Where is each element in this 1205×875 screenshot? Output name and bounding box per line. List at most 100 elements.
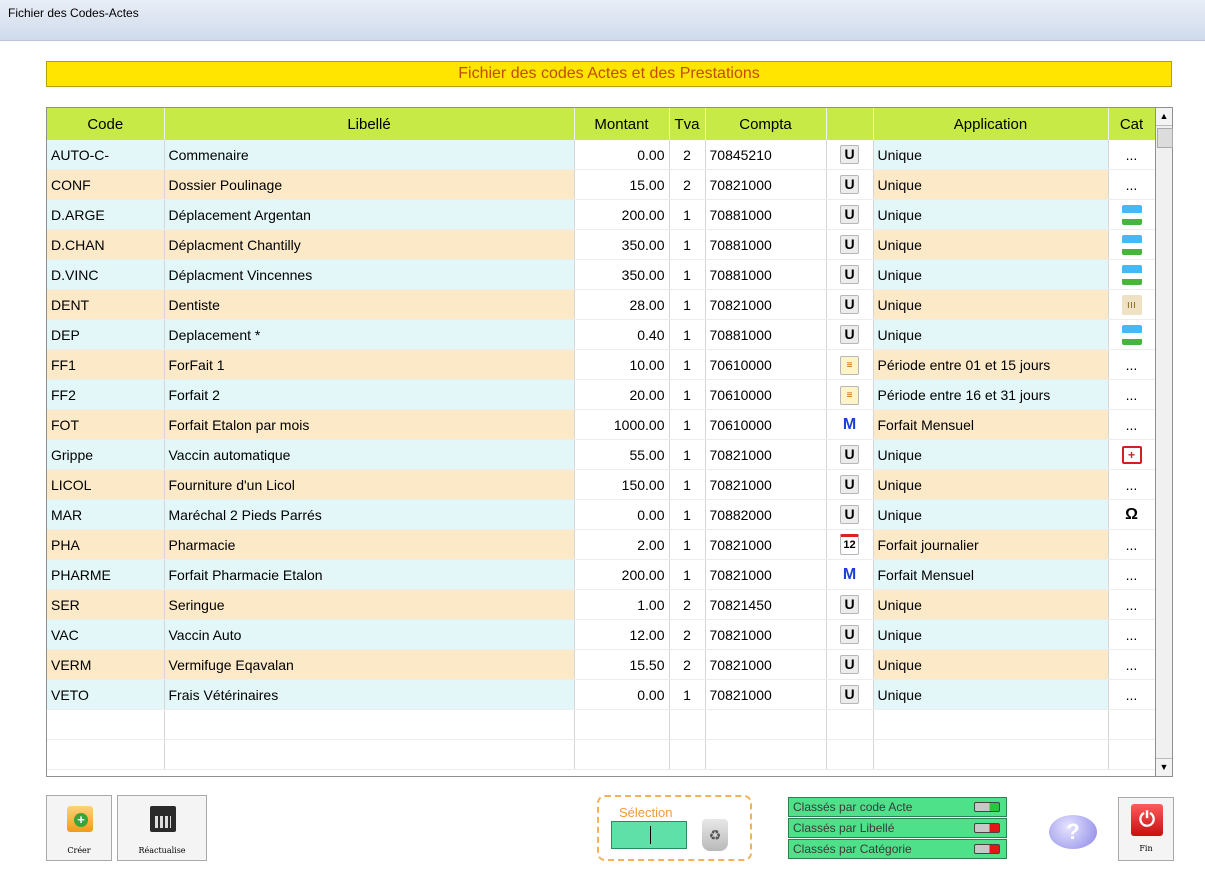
cell-cat[interactable]: + — [1108, 439, 1155, 470]
cell-cat[interactable]: ... — [1108, 140, 1155, 170]
table-row[interactable]: AUTO-C- Commenaire 0.00 2 70845210 U Unique... — [47, 140, 1155, 170]
table-row[interactable]: PHA Pharmacie 2.00 1 70821000 12 Forfait journ… — [47, 529, 1155, 560]
cell-libelle: Pharmacie — [164, 529, 575, 560]
empty-cell — [164, 709, 575, 740]
unique-icon: U — [840, 475, 859, 494]
sort-by-libelle[interactable]: Classés par Libellé — [788, 818, 1007, 838]
table-row[interactable]: DENT Dentiste 28.00 1 70821000 U Unique ııı — [47, 289, 1155, 320]
cell-montant: 350.00 — [574, 259, 670, 290]
codes-actes-grid[interactable]: Code Libellé Montant Tva Compta Applicat… — [46, 107, 1156, 777]
cell-app-icon: U — [826, 169, 874, 200]
table-row[interactable]: VETO Frais Vétérinaires 0.00 1 70821000 U Uniq… — [47, 679, 1155, 710]
cell-libelle: Dossier Poulinage — [164, 169, 575, 200]
cell-application: Forfait journalier — [873, 529, 1109, 560]
cell-compta: 70821000 — [705, 169, 827, 200]
table-row[interactable]: FF1 ForFait 1 10.00 1 70610000 ≡ Période entre… — [47, 349, 1155, 380]
table-row[interactable]: SER Seringue 1.00 2 70821450 U Unique... — [47, 589, 1155, 620]
table-row[interactable]: VAC Vaccin Auto 12.00 2 70821000 U Unique... — [47, 619, 1155, 650]
cell-cat[interactable] — [1108, 259, 1155, 290]
cell-cat[interactable]: ... — [1108, 169, 1155, 200]
table-row[interactable]: LICOL Fourniture d'un Licol 150.00 1 7082100… — [47, 469, 1155, 500]
table-row[interactable]: DEP Deplacement * 0.40 1 70881000 U Unique — [47, 319, 1155, 350]
empty-row[interactable] — [47, 739, 1155, 770]
create-label: Créer — [67, 846, 91, 855]
sort-by-code-label: Classés par code Acte — [793, 800, 913, 814]
cell-cat[interactable] — [1108, 229, 1155, 260]
cell-cat[interactable]: ... — [1108, 559, 1155, 590]
cell-cat[interactable]: ... — [1108, 529, 1155, 560]
cell-compta: 70821000 — [705, 649, 827, 680]
empty-row[interactable] — [47, 709, 1155, 740]
col-header-cat[interactable]: Cat — [1108, 108, 1155, 140]
cell-application: Unique — [873, 469, 1109, 500]
toggle-off-icon[interactable] — [974, 823, 1000, 833]
refresh-button[interactable]: Réactualise — [117, 795, 207, 861]
selection-input[interactable] — [611, 821, 687, 849]
cell-app-icon: 12 — [826, 529, 874, 560]
cell-cat[interactable]: ... — [1108, 679, 1155, 710]
cell-montant: 350.00 — [574, 229, 670, 260]
empty-cell — [1108, 709, 1155, 740]
cell-cat[interactable]: ... — [1108, 649, 1155, 680]
van-icon — [1121, 204, 1142, 225]
help-icon[interactable]: ? — [1049, 815, 1097, 849]
cell-cat[interactable]: ... — [1108, 619, 1155, 650]
cell-app-icon: U — [826, 469, 874, 500]
cell-cat[interactable]: ... — [1108, 469, 1155, 500]
cell-montant: 28.00 — [574, 289, 670, 320]
toggle-off-icon[interactable] — [974, 844, 1000, 854]
scroll-down-arrow-icon[interactable]: ▼ — [1156, 758, 1172, 776]
col-header-compta[interactable]: Compta — [705, 108, 827, 140]
vertical-scrollbar[interactable]: ▲ ▼ — [1156, 107, 1173, 777]
cell-compta: 70821000 — [705, 619, 827, 650]
scroll-thumb[interactable] — [1157, 128, 1173, 148]
table-row[interactable]: CONF Dossier Poulinage 15.00 2 70821000 U Uniq… — [47, 169, 1155, 200]
trash-icon[interactable]: ♻ — [702, 819, 728, 851]
table-row[interactable]: VERM Vermifuge Eqavalan 15.50 2 70821000 U Uni… — [47, 649, 1155, 680]
sort-by-code[interactable]: Classés par code Acte — [788, 797, 1007, 817]
create-button[interactable]: Créer — [46, 795, 112, 861]
cell-cat[interactable]: Ω — [1108, 499, 1155, 530]
table-row[interactable]: FOT Forfait Etalon par mois 1000.00 1 706100… — [47, 409, 1155, 440]
table-row[interactable]: Grippe Vaccin automatique 55.00 1 70821000 U U… — [47, 439, 1155, 470]
cell-cat[interactable] — [1108, 199, 1155, 230]
col-header-montant[interactable]: Montant — [574, 108, 670, 140]
col-header-tva[interactable]: Tva — [669, 108, 706, 140]
table-row[interactable]: D.ARGE Déplacement Argentan 200.00 1 7088100… — [47, 199, 1155, 230]
table-row[interactable]: MAR Maréchal 2 Pieds Parrés 0.00 1 70882000 U… — [47, 499, 1155, 530]
cell-cat[interactable]: ııı — [1108, 289, 1155, 320]
cell-libelle: Deplacement * — [164, 319, 575, 350]
scroll-up-arrow-icon[interactable]: ▲ — [1156, 108, 1172, 126]
cell-app-icon: ≡ — [826, 349, 874, 380]
cell-cat[interactable]: ... — [1108, 349, 1155, 380]
cell-montant: 10.00 — [574, 349, 670, 380]
unique-icon: U — [840, 325, 859, 344]
empty-cell — [705, 739, 827, 770]
table-row[interactable]: PHARME Forfait Pharmacie Etalon 200.00 1 708… — [47, 559, 1155, 590]
table-row[interactable]: D.CHAN Déplacment Chantilly 350.00 1 7088100… — [47, 229, 1155, 260]
col-header-libelle[interactable]: Libellé — [164, 108, 575, 140]
cell-cat[interactable]: ... — [1108, 589, 1155, 620]
col-header-code[interactable]: Code — [47, 108, 165, 140]
toggle-on-icon[interactable] — [974, 802, 1000, 812]
table-row[interactable]: FF2 Forfait 2 20.00 1 70610000 ≡ Période entre… — [47, 379, 1155, 410]
sort-by-categorie[interactable]: Classés par Catégorie — [788, 839, 1007, 859]
cell-montant: 20.00 — [574, 379, 670, 410]
fin-button[interactable]: ⏻ Fin — [1118, 797, 1174, 861]
cell-compta: 70882000 — [705, 499, 827, 530]
cell-application: Unique — [873, 229, 1109, 260]
cell-cat[interactable]: ... — [1108, 379, 1155, 410]
cell-cat[interactable] — [1108, 319, 1155, 350]
cell-tva: 2 — [669, 619, 706, 650]
cell-tva: 1 — [669, 199, 706, 230]
cell-cat[interactable]: ... — [1108, 409, 1155, 440]
cell-code: VETO — [47, 679, 165, 710]
table-row[interactable]: D.VINC Déplacment Vincennes 350.00 1 7088100… — [47, 259, 1155, 290]
cell-application: Période entre 01 et 15 jours — [873, 349, 1109, 380]
empty-cell — [164, 739, 575, 770]
cell-compta: 70881000 — [705, 319, 827, 350]
col-header-application[interactable]: Application — [873, 108, 1109, 140]
cell-app-icon: U — [826, 199, 874, 230]
cell-application: Unique — [873, 619, 1109, 650]
cell-app-icon: U — [826, 319, 874, 350]
